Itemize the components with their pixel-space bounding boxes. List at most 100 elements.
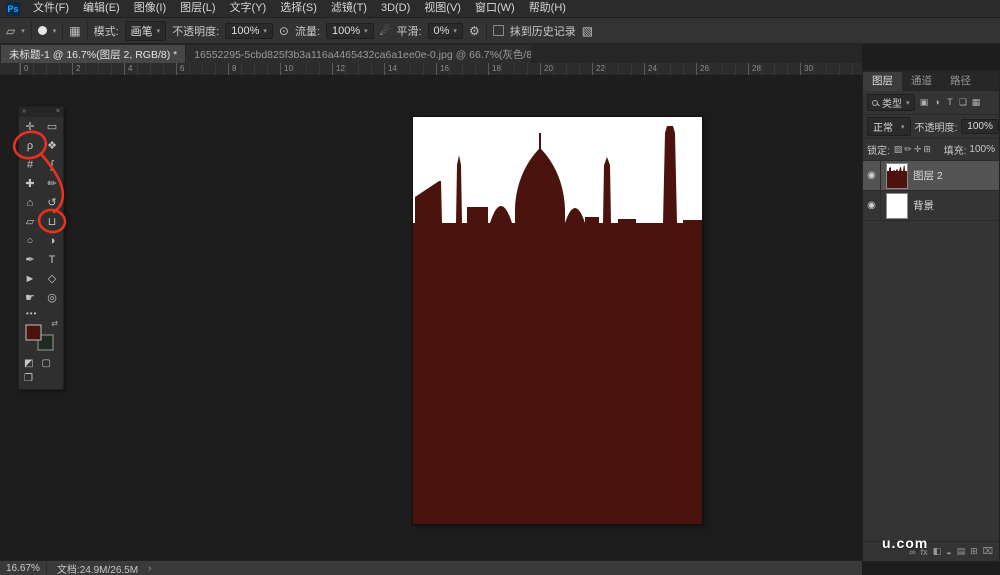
layer-mask-icon[interactable]: ◧ xyxy=(933,546,942,557)
filter-type-icon[interactable]: T xyxy=(945,97,956,108)
mode-dropdown[interactable]: 画笔 ▾ xyxy=(125,21,167,41)
layer-thumbnail[interactable] xyxy=(887,164,907,188)
opacity-dropdown[interactable]: 100% ▾ xyxy=(225,23,273,39)
layer-filter-dropdown[interactable]: 类型 ▾ xyxy=(867,94,915,111)
dodge-tool[interactable]: ◑ xyxy=(41,231,63,250)
foreground-color-swatch[interactable] xyxy=(26,325,41,340)
layer-row-background[interactable]: ◉ 背景 xyxy=(863,191,999,221)
screen-mode-icon[interactable]: ▢ xyxy=(41,358,50,369)
pressure-opacity-icon[interactable]: ⊙ xyxy=(279,25,289,37)
visibility-eye-icon[interactable]: ◉ xyxy=(863,161,881,190)
layer-row-layer-2[interactable]: ◉ 图层 2 xyxy=(863,161,999,191)
blend-mode-dropdown[interactable]: 正常 ▾ xyxy=(867,117,911,136)
rectangular-marquee-tool[interactable]: ▭ xyxy=(41,117,63,136)
document-canvas[interactable] xyxy=(413,117,702,524)
filter-shape-icon[interactable]: ❏ xyxy=(958,97,969,108)
tool-preset-caret-icon[interactable]: ▾ xyxy=(21,27,25,35)
brush-preset-icon[interactable] xyxy=(38,26,47,35)
flow-dropdown[interactable]: 100% ▾ xyxy=(326,23,374,39)
tools-panel: » × ✛▭ρ❖#ʃ✚✏⌂↺▱⊔○◑✒T►◇☛◎ ••• ⇄ xyxy=(18,106,64,390)
chevron-down-icon: ▾ xyxy=(263,27,267,35)
filter-image-icon[interactable]: ▣ xyxy=(919,97,930,108)
photoshop-window: Ps 文件(F)编辑(E)图像(I)图层(L)文字(Y)选择(S)滤镜(T)3D… xyxy=(0,0,1000,575)
menu-item[interactable]: 3D(D) xyxy=(374,0,417,17)
shape-tool[interactable]: ◇ xyxy=(41,269,63,288)
gear-icon[interactable]: ⚙ xyxy=(469,25,480,37)
menu-item[interactable]: 图像(I) xyxy=(127,0,173,17)
path-selection-tool[interactable]: ► xyxy=(19,269,41,288)
clone-stamp-tool[interactable]: ⌂ xyxy=(19,193,41,212)
ruler-number: 28 xyxy=(748,63,800,75)
menu-item[interactable]: 视图(V) xyxy=(417,0,468,17)
pen-tool[interactable]: ✒ xyxy=(19,250,41,269)
hand-tool[interactable]: ☛ xyxy=(19,288,41,307)
watermark-text: u.com xyxy=(882,535,928,551)
menu-item[interactable]: 编辑(E) xyxy=(76,0,127,17)
tab-layers[interactable]: 图层 xyxy=(863,72,902,91)
smoothing-label: 平滑: xyxy=(396,23,421,39)
visibility-eye-icon[interactable]: ◉ xyxy=(863,191,881,220)
lock-all-icon[interactable]: ⊞ xyxy=(923,144,931,155)
filter-adjustment-icon[interactable]: ◑ xyxy=(932,97,943,108)
menu-item[interactable]: 滤镜(T) xyxy=(324,0,374,17)
spot-healing-tool[interactable]: ✚ xyxy=(19,174,41,193)
menu-item[interactable]: 图层(L) xyxy=(173,0,222,17)
current-tool-icon[interactable]: ▱ xyxy=(6,25,15,37)
lock-pixels-icon[interactable]: ✏ xyxy=(904,144,912,155)
blur-tool[interactable]: ○ xyxy=(19,231,41,250)
move-tool[interactable]: ✛ xyxy=(19,117,41,136)
brush-tool[interactable]: ✏ xyxy=(41,174,63,193)
tab-channels[interactable]: 通道 xyxy=(902,72,941,91)
smoothing-dropdown[interactable]: 0% ▾ xyxy=(428,23,463,39)
menu-bar: Ps 文件(F)编辑(E)图像(I)图层(L)文字(Y)选择(S)滤镜(T)3D… xyxy=(0,0,1000,18)
eyedropper-tool[interactable]: ʃ xyxy=(41,155,63,174)
eraser-tool[interactable]: ▱ xyxy=(19,212,41,231)
mode-value: 画笔 xyxy=(131,23,153,39)
collapse-panel-icon[interactable]: » xyxy=(22,107,26,117)
layer-opacity-dropdown[interactable]: 100% xyxy=(961,119,999,134)
adjustment-layer-icon[interactable]: ◒ xyxy=(946,547,951,557)
paint-bucket-tool[interactable]: ⊔ xyxy=(41,212,63,231)
layers-panel: 图层 通道 路径 类型 ▾ ▣◑T❏▦ 正常 xyxy=(862,70,1000,562)
status-options-chevron-icon[interactable]: › xyxy=(148,563,151,574)
airbrush-icon[interactable]: ☄ xyxy=(380,25,391,37)
swap-colors-icon[interactable]: ⇄ xyxy=(51,319,58,328)
edit-toolbar-icon[interactable]: ❐ xyxy=(24,373,33,384)
ruler-number: 0 xyxy=(20,63,72,75)
quick-mask-icon[interactable]: ◩ xyxy=(24,358,33,369)
chevron-down-icon: ▾ xyxy=(901,123,905,131)
ruler-number: 18 xyxy=(488,63,540,75)
menu-item[interactable]: 文件(F) xyxy=(26,0,76,17)
fill-value[interactable]: 100% xyxy=(969,144,995,155)
zoom-level-field[interactable]: 16.67% xyxy=(4,563,47,574)
document-tab[interactable]: 16552295-5cbd825f3b3a116a4465432ca6a1ee0… xyxy=(186,45,531,63)
brush-preset-caret-icon[interactable]: ▾ xyxy=(53,27,57,35)
delete-layer-icon[interactable]: ⌧ xyxy=(983,546,993,557)
menu-item[interactable]: 文字(Y) xyxy=(223,0,274,17)
brush-panel-toggle-icon[interactable]: ▦ xyxy=(69,25,80,37)
filter-smart-object-icon[interactable]: ▦ xyxy=(971,97,982,108)
layer-thumbnail[interactable] xyxy=(887,194,907,218)
close-icon[interactable]: × xyxy=(56,107,60,117)
menu-item[interactable]: 选择(S) xyxy=(273,0,324,17)
zoom-tool[interactable]: ◎ xyxy=(41,288,63,307)
lock-transparent-icon[interactable]: ▨ xyxy=(894,144,903,155)
menu-item[interactable]: 窗口(W) xyxy=(468,0,522,17)
more-tools-icon[interactable]: ••• xyxy=(19,307,63,319)
crop-tool[interactable]: # xyxy=(19,155,41,174)
menu-item[interactable]: 帮助(H) xyxy=(522,0,573,17)
canvas-area[interactable]: » × ✛▭ρ❖#ʃ✚✏⌂↺▱⊔○◑✒T►◇☛◎ ••• ⇄ xyxy=(0,76,862,560)
erase-to-history-checkbox[interactable] xyxy=(493,25,504,36)
lock-position-icon[interactable]: ✛ xyxy=(914,144,922,155)
type-tool[interactable]: T xyxy=(41,250,63,269)
ruler-row: 024681012141618202224262830 xyxy=(0,63,862,76)
new-layer-icon[interactable]: ⊞ xyxy=(970,546,978,557)
lasso-tool[interactable]: ρ xyxy=(19,136,41,155)
tab-paths[interactable]: 路径 xyxy=(941,72,980,91)
layer-group-icon[interactable]: ▤ xyxy=(957,546,966,557)
document-size-info: 文档:24.9M/26.5M xyxy=(57,561,138,575)
history-brush-tool[interactable]: ↺ xyxy=(41,193,63,212)
brush-settings-icon[interactable]: ▧ xyxy=(582,25,593,37)
document-tab-active[interactable]: 未标题-1 @ 16.7%(图层 2, RGB/8) * xyxy=(1,45,185,63)
quick-selection-tool[interactable]: ❖ xyxy=(41,136,63,155)
